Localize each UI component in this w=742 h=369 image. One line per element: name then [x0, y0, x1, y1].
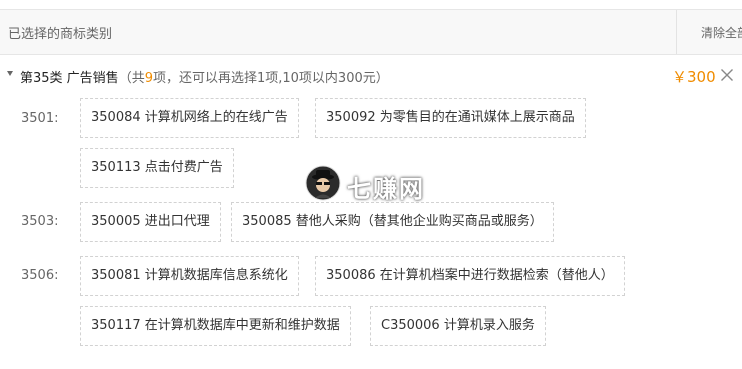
- item-chip-350117[interactable]: 350117 在计算机数据库中更新和维护数据: [80, 306, 351, 346]
- item-chip-C350006[interactable]: C350006 计算机录入服务: [370, 306, 546, 346]
- item-chip-350086[interactable]: 350086 在计算机档案中进行数据检索（替他人）: [315, 256, 625, 296]
- caret-down-icon[interactable]: [7, 71, 13, 76]
- summary-suffix: 项，还可以再选择1项,10项以内300元）: [152, 71, 389, 86]
- class-name: 第35类 广告销售: [20, 71, 119, 86]
- clear-all-button[interactable]: 清除全部: [701, 24, 742, 41]
- summary-prefix: （共: [118, 71, 145, 86]
- item-chip-350081[interactable]: 350081 计算机数据库信息系统化: [80, 256, 299, 296]
- item-chip-350113[interactable]: 350113 点击付费广告: [80, 148, 234, 188]
- group-code-3501: 3501:: [21, 111, 59, 126]
- class-35-row: 第35类 广告销售（共9项，还可以再选择1项,10项以内300元） ￥300: [0, 63, 742, 87]
- item-chip-350084[interactable]: 350084 计算机网络上的在线广告: [80, 98, 299, 138]
- selected-count: 9: [144, 71, 153, 86]
- close-icon[interactable]: [720, 68, 734, 82]
- watermark-text: 七赚网: [347, 175, 425, 203]
- header-divider: [676, 10, 677, 54]
- group-code-3506: 3506:: [21, 268, 59, 283]
- class-summary: 第35类 广告销售（共9项，还可以再选择1项,10项以内300元）: [20, 67, 389, 86]
- watermark: 七赚网: [305, 165, 445, 205]
- item-chip-350092[interactable]: 350092 为零售目的在通讯媒体上展示商品: [315, 98, 586, 138]
- selected-classes-header: 已选择的商标类别 清除全部: [0, 9, 742, 55]
- item-chip-350005[interactable]: 350005 进出口代理: [80, 202, 221, 242]
- item-chip-350085[interactable]: 350085 替他人采购（替其他企业购买商品或服务）: [231, 202, 554, 242]
- header-title: 已选择的商标类别: [8, 27, 113, 42]
- group-code-3503: 3503:: [21, 214, 59, 229]
- avatar-icon: [305, 165, 341, 201]
- class-price: ￥300: [672, 68, 716, 86]
